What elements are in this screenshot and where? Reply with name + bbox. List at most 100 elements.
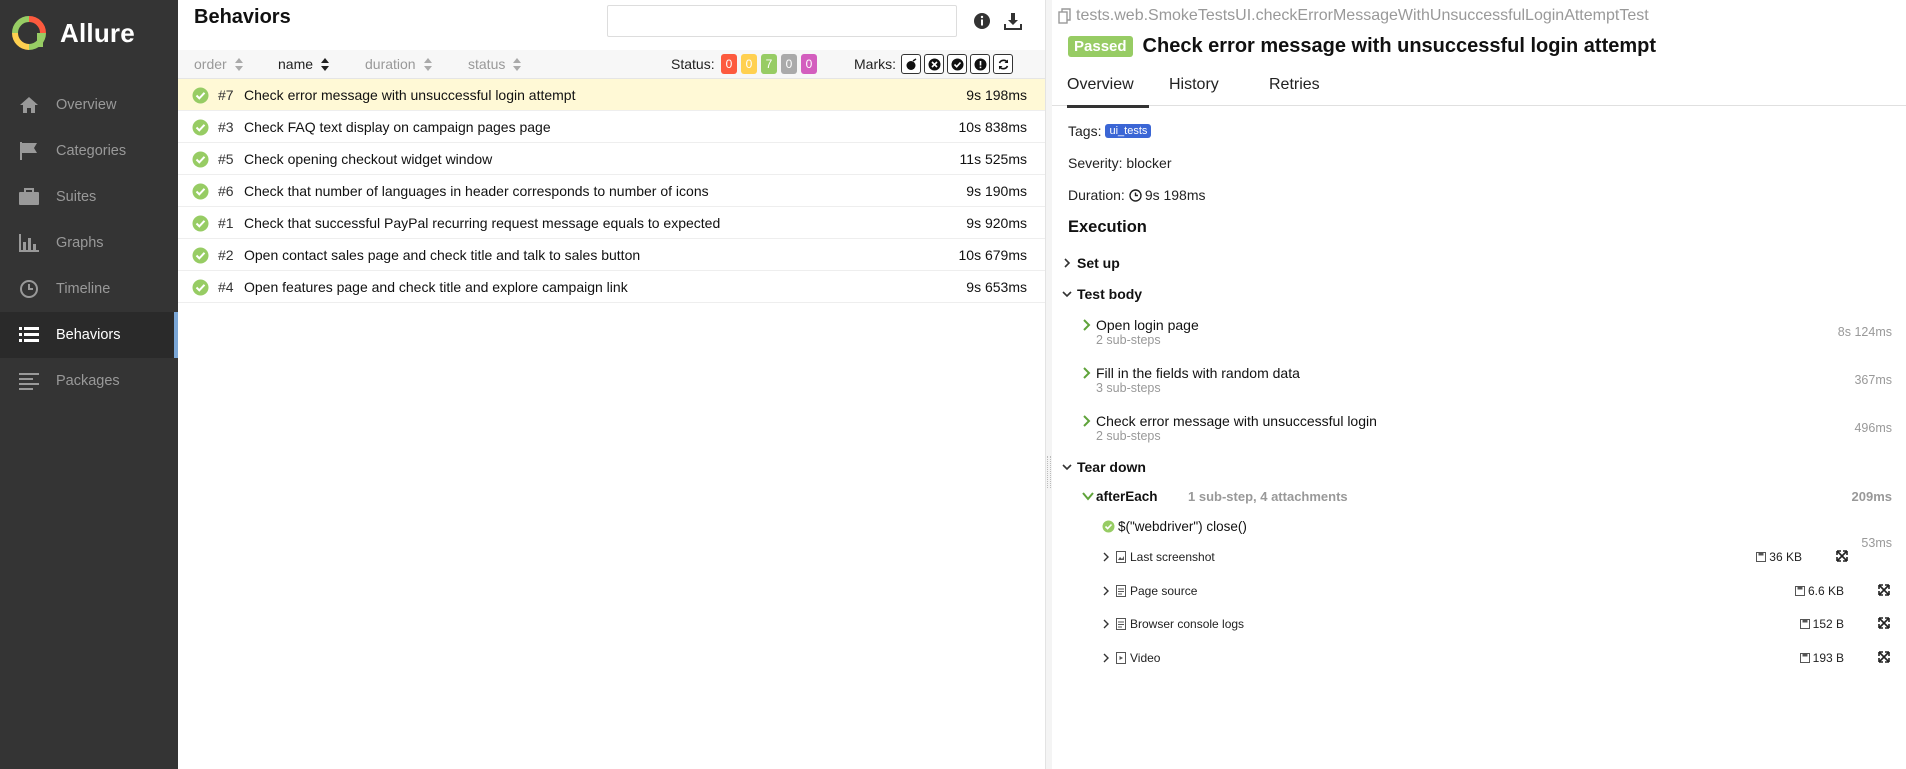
substep-item[interactable]: $("webdriver") close() (1102, 519, 1247, 534)
sidebar-item-packages[interactable]: Packages (0, 358, 178, 404)
attachment-size-text: 6.6 KB (1807, 584, 1844, 598)
tree-row[interactable]: #6 Check that number of languages in hea… (178, 175, 1045, 207)
brand[interactable]: Allure (0, 0, 178, 66)
tree-row[interactable]: #4 Open features page and check title an… (178, 271, 1045, 303)
passed-status-icon (192, 215, 209, 232)
tag-badge: ui_tests (1105, 124, 1152, 138)
allure-logo-icon (12, 16, 46, 50)
status-unknown-badge[interactable]: 0 (801, 54, 817, 74)
clock-icon (1129, 188, 1142, 202)
sort-arrows-icon (234, 57, 243, 71)
attachment-size: 6.6 KB (1794, 584, 1844, 598)
severity-label: Severity: blocker (1068, 155, 1172, 171)
chevron-right-icon (1103, 653, 1109, 663)
new-broken-icon[interactable] (970, 54, 990, 74)
sidebar-item-timeline[interactable]: Timeline (0, 266, 178, 312)
status-badge: Passed (1068, 36, 1133, 57)
new-failed-icon[interactable] (924, 54, 944, 74)
expand-icon[interactable] (1878, 651, 1890, 663)
status-skipped-badge[interactable]: 0 (781, 54, 797, 74)
attachment-size: 36 KB (1756, 550, 1802, 564)
row-duration: 9s 190ms (966, 183, 1027, 199)
tab-retries[interactable]: Retries (1269, 76, 1320, 105)
row-order: #1 (218, 215, 234, 231)
row-order: #5 (218, 151, 234, 167)
chevron-right-icon (1103, 619, 1109, 629)
sort-label: status (468, 56, 506, 72)
chevron-down-icon (1082, 492, 1094, 501)
setup-stage[interactable]: Set up (1062, 255, 1120, 271)
tree-row[interactable]: #7 Check error message with unsuccessful… (178, 79, 1045, 111)
severity-row: Severity: blocker (1068, 155, 1171, 171)
marks-filter (901, 54, 1013, 74)
sort-by-duration[interactable]: duration (365, 56, 432, 72)
test-title: Passed Check error message with unsucces… (1068, 35, 1656, 58)
sidebar-item-graphs[interactable]: Graphs (0, 220, 178, 266)
chevron-right-icon (1103, 552, 1109, 562)
sort-label: duration (365, 56, 416, 72)
tags-row: Tags: ui_tests (1068, 123, 1152, 139)
execution-title: Execution (1068, 218, 1147, 236)
expand-icon[interactable] (1836, 550, 1848, 562)
row-order: #7 (218, 87, 234, 103)
download-icon[interactable] (1004, 12, 1022, 30)
sort-by-status[interactable]: status (468, 56, 522, 72)
fixture-meta: 1 sub-step, 4 attachments (1188, 489, 1348, 504)
tree-row[interactable]: #1 Check that successful PayPal recurrin… (178, 207, 1045, 239)
status-broken-badge[interactable]: 0 (741, 54, 757, 74)
expand-icon[interactable] (1878, 584, 1890, 596)
sidebar-nav: Overview Categories Suites Graphs Timeli… (0, 82, 178, 404)
row-duration: 9s 653ms (966, 279, 1027, 295)
tree-row[interactable]: #3 Check FAQ text display on campaign pa… (178, 111, 1045, 143)
sidebar-item-overview[interactable]: Overview (0, 82, 178, 128)
substep-name: $("webdriver") close() (1118, 519, 1247, 534)
brand-name: Allure (60, 17, 135, 48)
sidebar-item-categories[interactable]: Categories (0, 128, 178, 174)
image-file-icon (1116, 551, 1126, 563)
copy-icon[interactable] (1058, 8, 1072, 24)
duration-value: 9s 198ms (1144, 187, 1206, 203)
sidebar-item-label: Overview (56, 97, 117, 113)
expand-icon[interactable] (1878, 617, 1890, 629)
tab-history[interactable]: History (1169, 76, 1219, 105)
marks-label: Marks: (854, 56, 896, 72)
step-substeps: 2 sub-steps (1096, 333, 1161, 347)
row-name: Check error message with unsuccessful lo… (244, 87, 576, 103)
detail-tabs: Overview History Retries (1052, 69, 1906, 108)
attachment-item[interactable]: Page source 6.6 KB (1102, 582, 1892, 602)
teardown-label: Tear down (1077, 459, 1146, 475)
passed-status-icon (192, 119, 209, 136)
test-body-stage[interactable]: Test body (1062, 286, 1142, 302)
row-order: #6 (218, 183, 234, 199)
page-title: Behaviors (194, 6, 291, 28)
full-name-text: tests.web.SmokeTestsUI.checkErrorMessage… (1076, 7, 1649, 24)
status-failed-badge[interactable]: 0 (721, 54, 737, 74)
retries-icon[interactable] (993, 54, 1013, 74)
attachment-item[interactable]: Browser console logs 152 B (1102, 615, 1892, 635)
tree-row[interactable]: #5 Check opening checkout widget window … (178, 143, 1045, 175)
tab-overview[interactable]: Overview (1067, 76, 1149, 108)
tree-row[interactable]: #2 Open contact sales page and check tit… (178, 239, 1045, 271)
sidebar-item-behaviors[interactable]: Behaviors (0, 312, 178, 358)
info-icon[interactable] (973, 12, 991, 30)
teardown-stage[interactable]: Tear down (1062, 459, 1146, 475)
test-tree: #7 Check error message with unsuccessful… (178, 79, 1045, 303)
sidebar-item-suites[interactable]: Suites (0, 174, 178, 220)
attachment-item[interactable]: Last screenshot 36 KB (1102, 548, 1892, 568)
attachment-item[interactable]: Video 193 B (1102, 649, 1892, 669)
splitter-handle[interactable] (1047, 456, 1051, 488)
row-name: Check opening checkout widget window (244, 151, 493, 167)
file-size-icon (1799, 653, 1810, 663)
new-passed-icon[interactable] (947, 54, 967, 74)
search-input[interactable] (607, 5, 957, 37)
step-substeps: 2 sub-steps (1096, 429, 1161, 443)
sort-by-name[interactable]: name (278, 56, 330, 72)
passed-status-icon (192, 183, 209, 200)
chevron-right-icon (1103, 586, 1109, 596)
flaky-icon[interactable] (901, 54, 921, 74)
test-full-name: tests.web.SmokeTestsUI.checkErrorMessage… (1058, 7, 1649, 25)
row-duration: 9s 920ms (966, 215, 1027, 231)
sort-arrows-icon (423, 57, 432, 71)
sort-by-order[interactable]: order (194, 56, 243, 72)
status-passed-badge[interactable]: 7 (761, 54, 777, 74)
